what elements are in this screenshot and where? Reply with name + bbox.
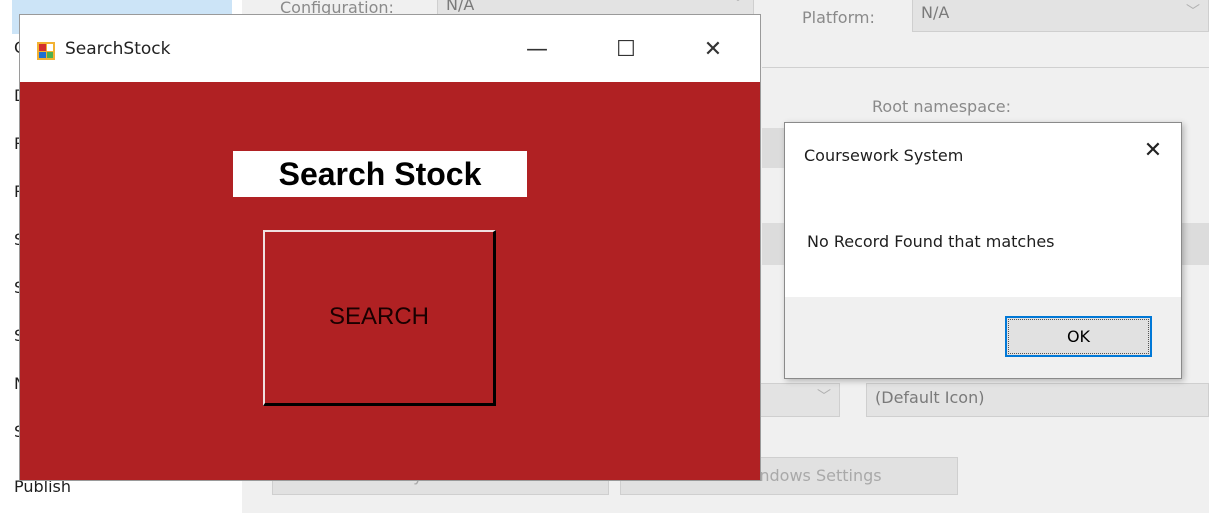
dialog-title: Coursework System [804,146,964,165]
search-button[interactable]: SEARCH [263,230,496,406]
divider [762,67,1209,68]
dialog-footer: OK [785,297,1181,378]
chevron-down-icon: ﹀ [731,0,745,12]
searchstock-window: SearchStock — ☐ ✕ Search Stock SEARCH [20,15,760,480]
dialog-close-button[interactable]: ✕ [1139,137,1167,165]
window-titlebar[interactable]: SearchStock — ☐ ✕ [20,15,760,82]
window-title: SearchStock [65,39,171,59]
chevron-down-icon: ﹀ [817,389,831,405]
minimize-button[interactable]: — [517,33,557,67]
message-dialog: Coursework System ✕ No Record Found that… [784,122,1182,379]
focus-rectangle [1008,319,1149,354]
icon-combo[interactable]: (Default Icon) [866,383,1209,417]
platform-combo[interactable]: N/A ﹀ [912,0,1209,32]
search-stock-heading: Search Stock [233,151,527,197]
chevron-down-icon: ﹀ [1186,4,1200,20]
ok-button[interactable]: OK [1005,316,1152,357]
icon-value: (Default Icon) [875,388,985,407]
app-icon [37,42,55,60]
close-button[interactable]: ✕ [693,33,733,67]
platform-value: N/A [921,3,950,22]
configuration-value: N/A [446,0,475,14]
maximize-button[interactable]: ☐ [606,33,646,67]
platform-label: Platform: [802,8,875,27]
dialog-message: No Record Found that matches [807,232,1055,251]
root-namespace-label: Root namespace: [872,97,1012,116]
